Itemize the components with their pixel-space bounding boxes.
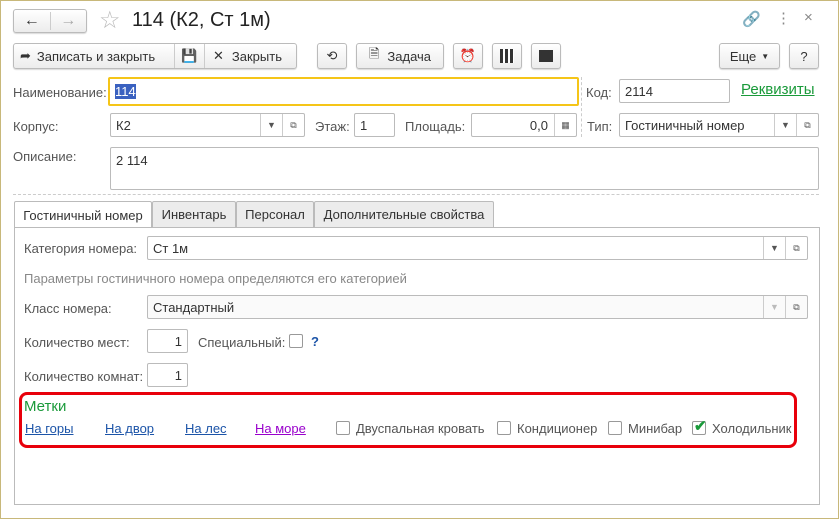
open-icon[interactable]: ⧉ (785, 296, 807, 318)
description-input[interactable]: 2 114 (110, 147, 819, 190)
air-conditioner-label: Кондиционер (517, 421, 598, 436)
category-hint: Параметры гостиничного номера определяют… (24, 271, 407, 286)
archive-icon (539, 50, 553, 62)
code-input[interactable]: 2114 (619, 79, 730, 103)
tab-panel (14, 227, 820, 505)
area-input[interactable]: 0,0 ▦ (471, 113, 577, 137)
tag-link-yard[interactable]: На двор (105, 421, 154, 436)
divider (13, 194, 819, 195)
chevron-down-icon: ▼ (761, 51, 770, 61)
tags-title: Метки (24, 398, 67, 415)
name-value: 114 (115, 84, 136, 99)
window-title: 114 (К2, Ст 1м) (132, 9, 271, 31)
name-input[interactable]: 114 (108, 77, 579, 106)
double-bed-label: Двуспальная кровать (356, 421, 485, 436)
tags-highlight (19, 392, 797, 448)
qr-code-button[interactable] (492, 43, 522, 69)
code-label: Код: (586, 85, 612, 100)
seats-label: Количество мест: (24, 335, 130, 350)
save-group: ➦ Записать и закрыть 💾 ✕ Закрыть (13, 43, 297, 69)
alarm-clock-icon: ⏰ (459, 48, 477, 63)
fridge-checkbox[interactable]: ✔ (692, 418, 707, 435)
open-icon[interactable]: ⧉ (785, 237, 807, 259)
category-label: Категория номера: (24, 241, 138, 256)
description-label: Описание: (13, 149, 77, 164)
details-link[interactable]: Реквизиты (741, 81, 815, 98)
save-button[interactable]: 💾 (175, 44, 205, 68)
special-help[interactable]: ? (311, 334, 319, 349)
dropdown-arrow-icon[interactable]: ▼ (763, 237, 785, 259)
tag-link-sea[interactable]: На море (255, 421, 306, 436)
type-select[interactable]: Гостиничный номер ▼ ⧉ (619, 113, 819, 137)
air-conditioner-checkbox[interactable] (497, 421, 511, 435)
area-value: 0,0 (529, 117, 548, 133)
minibar-label: Минибар (628, 421, 683, 436)
more-button[interactable]: Еще ▼ (719, 43, 780, 69)
checkmark-icon: ✔ (694, 418, 707, 435)
floor-input[interactable]: 1 (354, 113, 395, 137)
open-icon[interactable]: ⧉ (796, 114, 818, 136)
rooms-input[interactable]: 1 (147, 363, 188, 387)
name-label: Наименование: (13, 85, 107, 100)
tab-inventory[interactable]: Инвентарь (152, 201, 236, 227)
building-select[interactable]: К2 ▼ ⧉ (110, 113, 305, 137)
floppy-icon: 💾 (181, 48, 198, 63)
more-actions-icon[interactable]: ⋮ (776, 9, 791, 27)
minibar-checkbox[interactable] (608, 421, 622, 435)
task-button[interactable]: 🗎 Задача (356, 43, 444, 69)
help-button[interactable]: ? (789, 43, 819, 69)
nav-buttons: ← → (13, 9, 87, 33)
type-value: Гостиничный номер (625, 117, 745, 133)
new-document-icon: 🗎 (368, 46, 380, 61)
history-icon: ⟲ (326, 48, 338, 63)
tab-hotel-room[interactable]: Гостиничный номер (14, 201, 152, 228)
x-icon: ✕ (213, 48, 224, 63)
history-button[interactable]: ⟲ (317, 43, 347, 69)
reminder-button[interactable]: ⏰ (453, 43, 483, 69)
back-button[interactable]: ← (14, 12, 51, 30)
seats-input[interactable]: 1 (147, 329, 188, 353)
special-checkbox[interactable] (289, 334, 303, 348)
category-value: Ст 1м (153, 240, 189, 256)
class-value: Стандартный (153, 299, 235, 315)
double-bed-checkbox[interactable] (336, 421, 350, 435)
type-label: Тип: (587, 119, 613, 134)
tab-staff[interactable]: Персонал (236, 201, 314, 227)
tag-link-forest[interactable]: На лес (185, 421, 227, 436)
forward-button[interactable]: → (51, 12, 87, 30)
close-button[interactable]: ✕ Закрыть (205, 48, 296, 64)
save-and-close-button[interactable]: ➦ Записать и закрыть (14, 44, 175, 68)
class-select[interactable]: Стандартный ▼ ⧉ (147, 295, 808, 319)
calculator-icon[interactable]: ▦ (554, 114, 576, 136)
open-icon[interactable]: ⧉ (282, 114, 304, 136)
tab-additional-properties[interactable]: Дополнительные свойства (314, 201, 494, 227)
dropdown-arrow-icon[interactable]: ▼ (763, 296, 785, 318)
dropdown-arrow-icon[interactable]: ▼ (260, 114, 282, 136)
building-label: Корпус: (13, 119, 59, 134)
special-label: Специальный: (198, 335, 286, 350)
fridge-label: Холодильник (712, 421, 792, 436)
building-value: К2 (116, 117, 131, 133)
category-select[interactable]: Ст 1м ▼ ⧉ (147, 236, 808, 260)
divider (581, 77, 582, 137)
class-label: Класс номера: (24, 301, 112, 316)
floor-label: Этаж: (315, 119, 350, 134)
rooms-label: Количество комнат: (24, 369, 144, 384)
close-icon[interactable]: × (804, 9, 813, 26)
qr-code-icon (500, 49, 514, 63)
tag-link-mountains[interactable]: На горы (25, 421, 74, 436)
dropdown-arrow-icon[interactable]: ▼ (774, 114, 796, 136)
archive-button[interactable] (531, 43, 561, 69)
link-icon[interactable]: 🔗 (742, 10, 761, 28)
save-close-icon: ➦ (20, 48, 31, 63)
favorite-star-icon[interactable]: ☆ (99, 6, 121, 35)
area-label: Площадь: (405, 119, 466, 134)
